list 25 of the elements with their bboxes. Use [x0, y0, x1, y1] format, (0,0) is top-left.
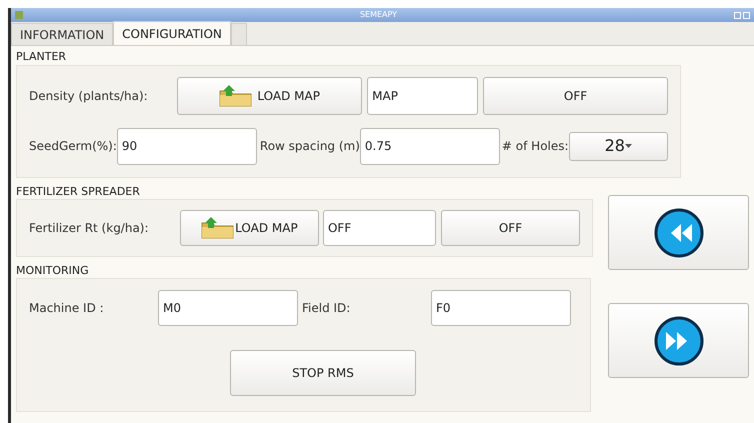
field-label: Fertilizer Rt (kg/ha):	[29, 220, 150, 237]
input-field[interactable]: M0	[158, 290, 298, 326]
field-label: Field ID:	[301, 300, 352, 316]
stop-rms-button[interactable]: STOP RMS	[230, 350, 416, 396]
input-field[interactable]: 90	[116, 128, 257, 164]
field-label: # of Holes:	[500, 138, 569, 155]
field-label: Row spacing (m)	[258, 138, 360, 155]
field-label: SeedGerm(%):	[29, 138, 117, 155]
input-field[interactable]: OFF	[322, 210, 436, 246]
field-label: Density (plants/ha):	[29, 88, 149, 105]
field-label: Machine ID :	[29, 300, 105, 316]
input-field[interactable]: MAP	[367, 77, 478, 115]
window-title: SEMEAPY	[358, 9, 398, 21]
load-map-button[interactable]: LOAD MAP	[180, 210, 319, 246]
tab[interactable]: CONFIGURATION	[113, 21, 231, 45]
load-map-button[interactable]: LOAD MAP	[177, 77, 362, 115]
input-field[interactable]: F0	[431, 290, 571, 326]
toggle-button[interactable]: OFF	[483, 77, 668, 115]
section-title: MONITORING	[16, 263, 90, 278]
tab[interactable]: INFORMATION	[11, 23, 114, 45]
toggle-button[interactable]: OFF	[440, 210, 580, 246]
holes-dropdown[interactable]: 28	[568, 132, 668, 160]
section-title: FERTILIZER SPREADER	[16, 184, 141, 199]
section-title: PLANTER	[16, 49, 68, 65]
input-field[interactable]: 0.75	[360, 128, 500, 164]
